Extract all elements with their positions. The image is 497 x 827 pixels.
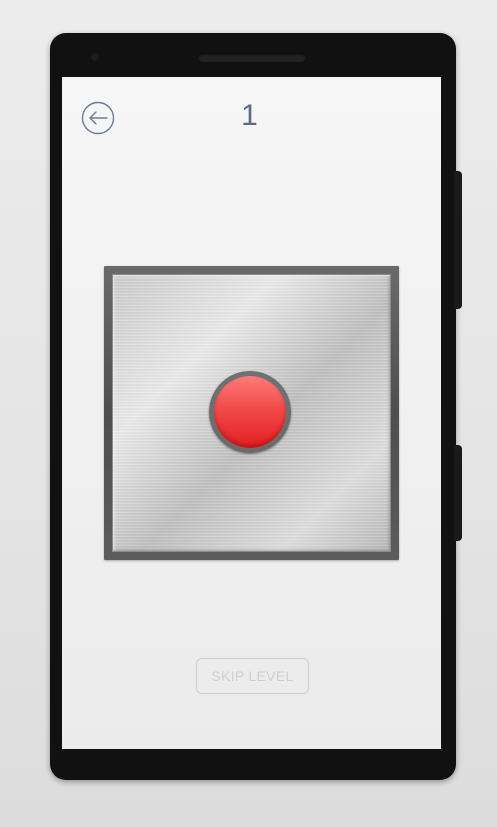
earpiece-speaker — [198, 53, 306, 62]
red-button-cap — [214, 376, 286, 448]
metal-board — [104, 266, 399, 560]
phone-frame: 1 SKIP LEVEL — [50, 33, 462, 780]
brushed-metal-plate — [112, 274, 391, 552]
red-button[interactable] — [209, 371, 291, 453]
level-number: 1 — [241, 99, 259, 132]
power-button — [454, 445, 462, 541]
app-screen: 1 SKIP LEVEL — [62, 77, 441, 749]
volume-button — [454, 171, 462, 309]
skip-level-button[interactable]: SKIP LEVEL — [196, 658, 309, 694]
back-button[interactable] — [81, 101, 115, 135]
front-camera — [90, 52, 100, 62]
circle-arrow-left-icon — [81, 101, 115, 135]
